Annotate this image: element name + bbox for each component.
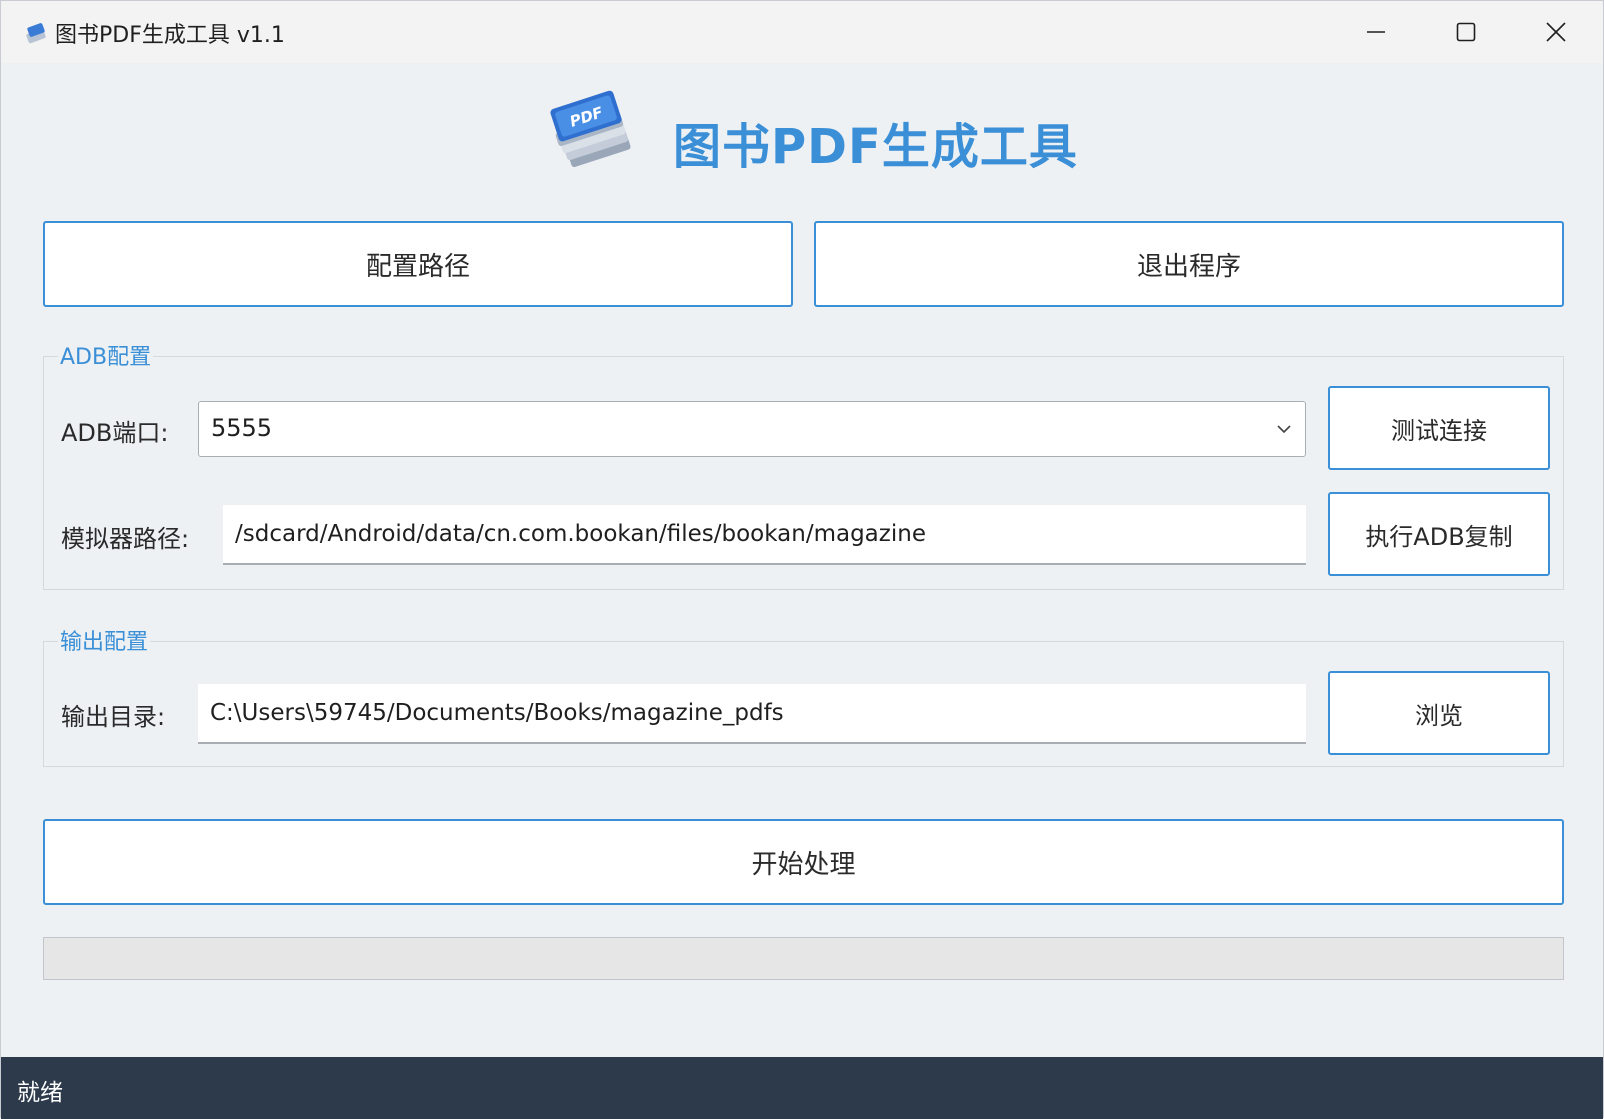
close-icon	[1546, 22, 1566, 42]
app-icon	[26, 23, 46, 44]
browse-button[interactable]: 浏览	[1328, 671, 1550, 755]
emulator-path-input[interactable]: /sdcard/Android/data/cn.com.bookan/files…	[223, 505, 1306, 565]
config-path-button[interactable]: 配置路径	[43, 221, 793, 307]
output-dir-input[interactable]: C:\Users\59745/Documents/Books/magazine_…	[198, 684, 1306, 744]
exit-button[interactable]: 退出程序	[814, 221, 1564, 307]
progress-bar	[43, 937, 1564, 980]
status-bar: 就绪	[1, 1057, 1603, 1119]
page-title: 图书PDF生成工具	[673, 119, 1078, 175]
chevron-down-icon	[1277, 425, 1291, 434]
adb-port-select[interactable]: 5555	[198, 401, 1306, 457]
output-dir-label: 输出目录:	[61, 703, 166, 731]
title-bar[interactable]: 图书PDF生成工具 v1.1	[1, 1, 1603, 63]
adb-port-value: 5555	[211, 414, 273, 442]
window-title: 图书PDF生成工具 v1.1	[55, 23, 285, 48]
pdf-stack-icon: PDF	[550, 90, 631, 168]
app-window: 图书PDF生成工具 v1.1 PDF 图书PDF生成工具 配置路径 退出程序 A…	[0, 0, 1604, 1119]
test-connection-button[interactable]: 测试连接	[1328, 386, 1550, 470]
close-button[interactable]	[1511, 1, 1601, 63]
minimize-button[interactable]	[1331, 1, 1421, 63]
output-group-legend: 输出配置	[58, 624, 151, 656]
adb-port-label: ADB端口:	[61, 419, 169, 447]
maximize-button[interactable]	[1421, 1, 1511, 63]
status-text: 就绪	[17, 1080, 63, 1106]
minimize-icon	[1367, 31, 1385, 33]
maximize-icon	[1456, 22, 1476, 42]
adb-group-legend: ADB配置	[58, 339, 154, 371]
start-processing-button[interactable]: 开始处理	[43, 819, 1564, 905]
emulator-path-label: 模拟器路径:	[61, 525, 190, 553]
adb-copy-button[interactable]: 执行ADB复制	[1328, 492, 1550, 576]
